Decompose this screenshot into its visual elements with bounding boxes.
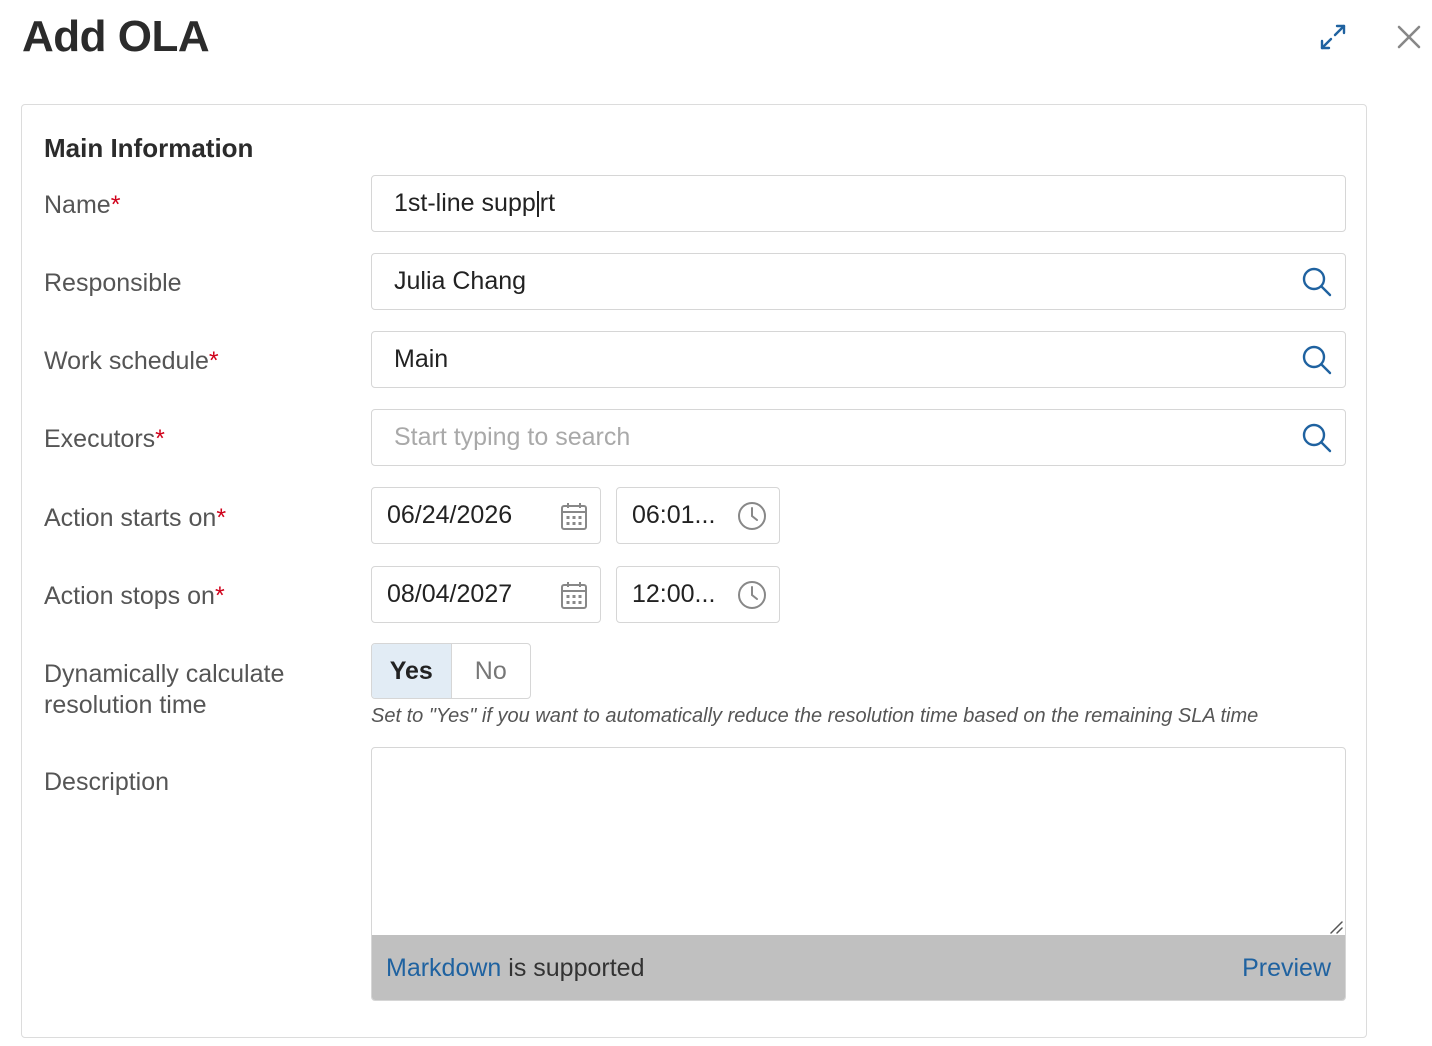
close-icon: [1397, 25, 1421, 49]
dynamic-resolution-label-line1: Dynamically calculate: [44, 660, 285, 688]
required-marker: *: [208, 347, 219, 375]
description-editor: Markdown is supported Preview: [371, 747, 1346, 1001]
action-starts-date-value: 06/24/2026: [387, 501, 513, 529]
dynamic-resolution-toggle[interactable]: Yes No: [371, 643, 531, 699]
action-starts-label: Action starts on*: [44, 503, 226, 534]
work-schedule-input[interactable]: Main: [371, 331, 1346, 388]
toggle-no[interactable]: No: [452, 644, 531, 698]
action-stops-date-input[interactable]: 08/04/2027: [371, 566, 601, 623]
name-label: Name*: [44, 190, 120, 221]
preview-button[interactable]: Preview: [1242, 954, 1331, 983]
required-marker: *: [155, 425, 165, 453]
executors-placeholder: Start typing to search: [394, 423, 631, 451]
action-starts-label-text: Action starts on: [44, 504, 217, 532]
required-marker: *: [216, 504, 227, 532]
description-textarea[interactable]: [372, 748, 1345, 935]
expand-icon: [1320, 24, 1346, 50]
search-icon[interactable]: [1301, 266, 1333, 298]
main-information-panel: Main Information Name* 1st-line supp rt R…: [21, 104, 1367, 1038]
action-stops-label-text: Action stops on: [44, 582, 215, 610]
dynamic-resolution-hint: Set to "Yes" if you want to automaticall…: [371, 705, 1259, 727]
markdown-link[interactable]: Markdown: [386, 954, 501, 983]
responsible-input[interactable]: Julia Chang: [371, 253, 1346, 310]
executors-input[interactable]: Start typing to search: [371, 409, 1346, 466]
work-schedule-label-text: Work schedule: [44, 347, 209, 375]
clock-icon[interactable]: [737, 580, 767, 610]
description-footer: Markdown is supported Preview: [372, 935, 1345, 1000]
description-label-text: Description: [44, 768, 170, 796]
description-label: Description: [44, 767, 169, 798]
required-marker: *: [110, 191, 121, 219]
name-value-after: rt: [539, 189, 556, 217]
calendar-icon[interactable]: [560, 501, 588, 531]
name-value: 1st-line supp rt: [394, 189, 555, 218]
close-button[interactable]: [1394, 22, 1424, 52]
action-stops-label: Action stops on*: [44, 581, 225, 612]
responsible-label-text: Responsible: [44, 269, 182, 297]
search-icon[interactable]: [1301, 422, 1333, 454]
name-value-before: 1st-line supp: [394, 189, 536, 217]
name-input[interactable]: 1st-line supp rt: [371, 175, 1346, 232]
expand-button[interactable]: [1318, 22, 1348, 52]
action-stops-date-value: 08/04/2027: [387, 580, 513, 608]
action-starts-date-input[interactable]: 06/24/2026: [371, 487, 601, 544]
work-schedule-label: Work schedule*: [44, 346, 219, 377]
dynamic-resolution-label: Dynamically calculate resolution time: [44, 659, 284, 721]
dynamic-resolution-label-line2: resolution time: [44, 691, 207, 719]
section-title: Main Information: [44, 133, 254, 163]
markdown-supported-text: is supported: [501, 954, 645, 982]
text-cursor: [536, 191, 539, 218]
search-icon[interactable]: [1301, 344, 1333, 376]
executors-label: Executors*: [44, 424, 165, 455]
responsible-value: Julia Chang: [394, 267, 527, 295]
toggle-yes[interactable]: Yes: [372, 644, 452, 698]
action-starts-time-input[interactable]: 06:01...: [616, 487, 780, 544]
work-schedule-value: Main: [394, 345, 449, 373]
responsible-label: Responsible: [44, 268, 182, 299]
page-title: Add OLA: [22, 12, 210, 61]
action-stops-time-input[interactable]: 12:00...: [616, 566, 780, 623]
executors-label-text: Executors: [44, 425, 156, 453]
clock-icon[interactable]: [737, 501, 767, 531]
calendar-icon[interactable]: [560, 580, 588, 610]
action-stops-time-value: 12:00...: [632, 580, 716, 608]
name-label-text: Name: [44, 191, 111, 219]
required-marker: *: [214, 582, 225, 610]
action-starts-time-value: 06:01...: [632, 501, 716, 529]
resize-handle-icon[interactable]: [1327, 918, 1343, 934]
